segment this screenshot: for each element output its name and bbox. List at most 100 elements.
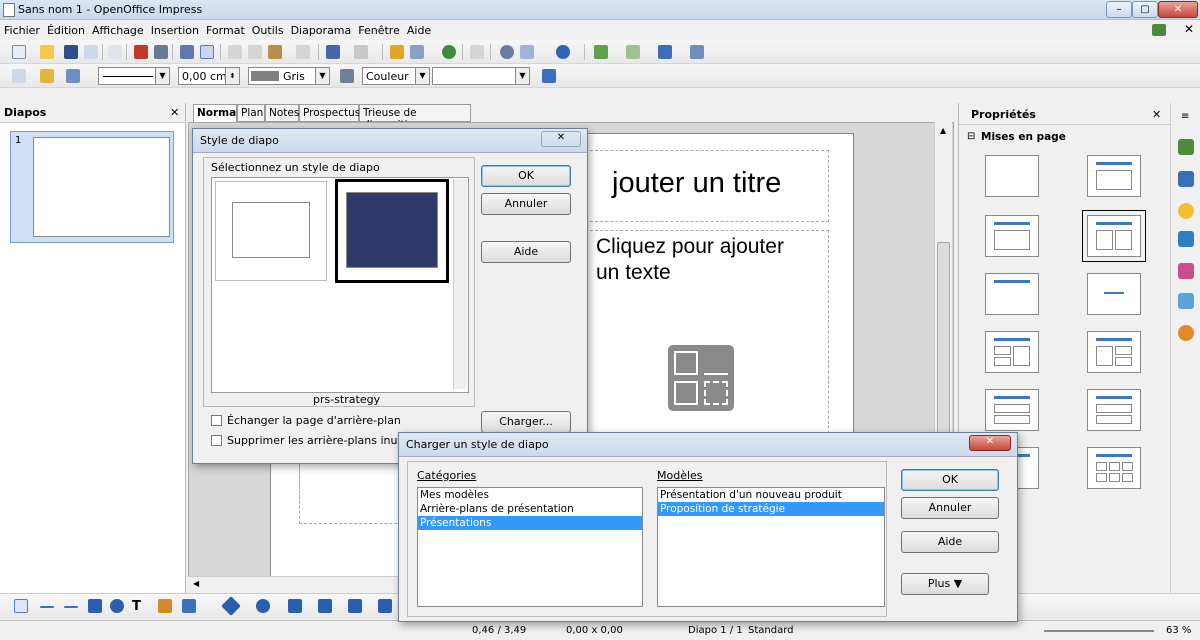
insert-chart-icon[interactable]	[704, 351, 728, 375]
zoom-icon[interactable]	[520, 45, 534, 59]
select-icon[interactable]	[14, 599, 28, 613]
undo-icon[interactable]	[326, 45, 340, 59]
menu-fenetre[interactable]: Fenêtre	[354, 20, 403, 37]
cut-icon[interactable]	[228, 45, 242, 59]
minimize-button[interactable]: –	[1106, 1, 1132, 18]
slide-icon[interactable]	[594, 45, 608, 59]
edit-file-icon[interactable]	[108, 45, 122, 59]
basic-shapes-icon[interactable]	[221, 596, 241, 616]
spellcheck-icon[interactable]	[180, 45, 194, 59]
ellipse-tool-icon[interactable]	[110, 599, 124, 613]
stars-icon[interactable]	[378, 599, 392, 613]
fill-value-select[interactable]: ▼	[432, 67, 530, 85]
line-tool-icon[interactable]	[40, 606, 54, 608]
scroll-left-arrow[interactable]: ◀	[193, 579, 199, 588]
menu-fichier[interactable]: Fichier	[0, 20, 43, 37]
properties-icon[interactable]	[1178, 139, 1194, 155]
zoom-level[interactable]: 63 %	[1166, 625, 1191, 636]
layout-title-content[interactable]	[1087, 155, 1141, 197]
layout-6content[interactable]	[1087, 447, 1141, 489]
navigator-icon[interactable]	[500, 45, 514, 59]
autospell-icon[interactable]	[200, 45, 214, 59]
email-icon[interactable]	[84, 45, 98, 59]
menu-diaporama[interactable]: Diaporama	[287, 20, 355, 37]
section-collapse-icon[interactable]: ⊟	[967, 131, 975, 142]
insert-table-icon[interactable]	[674, 351, 698, 375]
save-icon[interactable]	[64, 45, 78, 59]
tab-plan[interactable]: Plan	[237, 104, 265, 122]
exchange-bg-checkbox[interactable]	[211, 415, 222, 426]
symbol-shapes-icon[interactable]	[256, 599, 270, 613]
styles-icon[interactable]	[1178, 263, 1194, 279]
zoom-slider[interactable]	[1044, 630, 1154, 632]
properties-close-icon[interactable]: ✕	[1152, 108, 1161, 121]
arrow-tool-icon[interactable]	[64, 606, 78, 608]
maximize-button[interactable]: ▢	[1132, 1, 1158, 18]
line-style-select[interactable]: ▼	[98, 67, 170, 85]
grid-icon[interactable]	[470, 45, 484, 59]
load-dialog-close-icon[interactable]: ✕	[969, 435, 1011, 451]
chart-icon[interactable]	[390, 45, 404, 59]
shadow-icon[interactable]	[542, 69, 556, 83]
layout-title-2content[interactable]	[1082, 210, 1146, 262]
line-style-icon[interactable]	[12, 69, 26, 83]
templates-list[interactable]: Présentation d'un nouveau produit Propos…	[657, 487, 885, 607]
callouts-icon[interactable]	[348, 599, 362, 613]
layout-title-text[interactable]	[985, 215, 1039, 257]
style-ok-button[interactable]: OK	[481, 165, 571, 187]
copy-icon[interactable]	[248, 45, 262, 59]
layout-content-over[interactable]	[1087, 389, 1141, 431]
navigator-sidebar-icon[interactable]	[1178, 325, 1194, 341]
delete-unused-checkbox[interactable]	[211, 435, 222, 446]
scroll-up-arrow[interactable]: ▲	[940, 126, 946, 135]
slide-layout-icon[interactable]	[626, 45, 640, 59]
line-width-field[interactable]: 0,00 cm ⬍	[178, 67, 240, 85]
text-tool-icon[interactable]: T	[132, 599, 146, 614]
category-item-selected[interactable]: Présentations	[418, 516, 642, 530]
insert-image-icon[interactable]	[674, 381, 698, 405]
connector-tool-icon[interactable]	[182, 599, 196, 613]
menu-edition[interactable]: Édition	[43, 20, 88, 37]
fill-type-select[interactable]: Couleur ▼	[362, 67, 430, 85]
insert-object-icons[interactable]	[668, 345, 734, 411]
load-cancel-button[interactable]: Annuler	[901, 497, 999, 519]
categories-list[interactable]: Mes modèles Arrière-plans de présentatio…	[417, 487, 643, 607]
rectangle-tool-icon[interactable]	[88, 599, 102, 613]
layout-blank[interactable]	[985, 155, 1039, 197]
gallery-icon[interactable]	[1178, 293, 1194, 309]
category-item[interactable]: Arrière-plans de présentation	[418, 502, 642, 516]
layout-2content-title[interactable]	[985, 331, 1039, 373]
close-document-icon[interactable]: ✕	[1184, 22, 1194, 36]
document-icon[interactable]	[1152, 24, 1166, 36]
load-help-button[interactable]: Aide	[901, 531, 999, 553]
close-button[interactable]: ✕	[1158, 1, 1198, 18]
animation-icon[interactable]	[1178, 203, 1194, 219]
tab-normal[interactable]: Normal	[193, 104, 240, 122]
load-ok-button[interactable]: OK	[901, 469, 999, 491]
print-icon[interactable]	[154, 45, 168, 59]
tab-trieuse[interactable]: Trieuse de diapositives	[359, 104, 471, 131]
flowchart-icon[interactable]	[318, 599, 332, 613]
export-pdf-icon[interactable]	[134, 45, 148, 59]
layout-2rows[interactable]	[985, 389, 1039, 431]
menu-affichage[interactable]: Affichage	[88, 20, 147, 37]
tab-notes[interactable]: Notes	[265, 104, 299, 122]
menu-insertion[interactable]: Insertion	[147, 20, 202, 37]
display-icon[interactable]	[690, 45, 704, 59]
style-cancel-button[interactable]: Annuler	[481, 193, 571, 215]
slide-thumbnail[interactable]: 1	[10, 131, 174, 243]
area-icon[interactable]	[340, 69, 354, 83]
style-help-button[interactable]: Aide	[481, 241, 571, 263]
style-preview-scrollbar[interactable]	[453, 179, 467, 389]
arrow-style-icon[interactable]	[66, 69, 80, 83]
tab-prospectus[interactable]: Prospectus	[299, 104, 360, 122]
transition-icon[interactable]	[1178, 231, 1194, 247]
fontwork-icon[interactable]	[442, 45, 456, 59]
layout-centered-text[interactable]	[1087, 273, 1141, 315]
slides-panel-close-icon[interactable]: ✕	[170, 106, 179, 119]
insert-video-icon[interactable]	[704, 381, 728, 405]
menu-aide[interactable]: Aide	[403, 20, 434, 37]
clone-format-icon[interactable]	[296, 45, 310, 59]
redo-icon[interactable]	[354, 45, 368, 59]
help-icon[interactable]	[556, 45, 570, 59]
